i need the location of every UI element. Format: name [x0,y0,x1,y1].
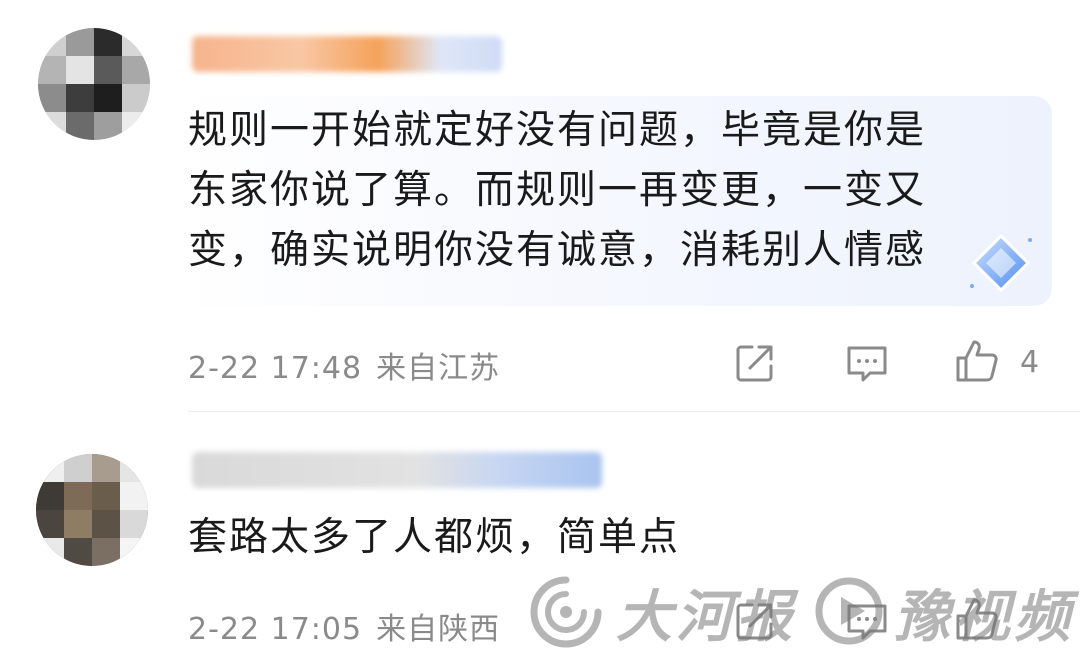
comment-location: 来自江苏 [376,351,501,386]
comment-meta: 2-22 17:05 来自陕西 [188,604,500,648]
comment-item: 规则一开始就定好没有问题，毕竟是你是 东家你说了算。而规则一再变更，一变又 变，… [0,0,1080,412]
comment-location: 来自陕西 [376,612,501,647]
username-blurred[interactable] [192,452,602,488]
comment-text: 规则一开始就定好没有问题，毕竟是你是 东家你说了算。而规则一再变更，一变又 变，… [188,108,927,273]
comment-date: 2-22 17:48 [188,351,363,386]
username-blurred[interactable] [192,36,502,72]
like-icon[interactable] [954,596,1000,642]
avatar[interactable] [38,28,150,140]
comment-list: 规则一开始就定好没有问题，毕竟是你是 东家你说了算。而规则一再变更，一变又 变，… [0,0,1080,660]
like-count: 4 [1020,345,1040,380]
comment-meta: 2-22 17:48 来自江苏 [188,343,500,387]
share-icon[interactable] [732,340,778,386]
avatar[interactable] [36,454,148,566]
share-icon[interactable] [732,598,778,644]
like-icon[interactable] [954,338,1000,384]
reply-icon[interactable] [844,598,890,644]
comment-text: 套路太多了人都烦，简单点 [188,515,681,560]
comment-date: 2-22 17:05 [188,612,363,647]
comment-item: 套路太多了人都烦，简单点 2-22 17:05 来自陕西 [0,412,1080,660]
reply-icon[interactable] [844,340,890,386]
